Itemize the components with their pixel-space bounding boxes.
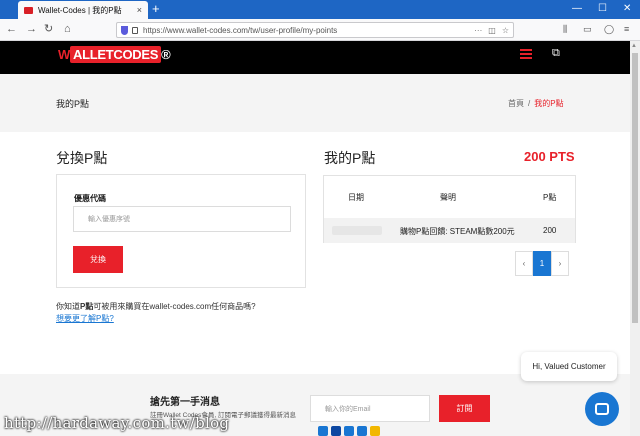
favicon-icon <box>24 6 33 14</box>
chat-greeting[interactable]: Hi, Valued Customer <box>521 352 617 381</box>
bookmark-star-icon[interactable]: ☆ <box>502 26 509 35</box>
more-actions-icon[interactable]: ··· <box>474 26 482 35</box>
breadcrumb: 首頁 / 我的P點 <box>508 98 564 109</box>
column-header-date: 日期 <box>348 193 364 202</box>
address-bar[interactable]: https://www.wallet-codes.com/tw/user-pro… <box>116 22 514 38</box>
learn-more-link[interactable]: 想要更了解P點? <box>56 313 114 324</box>
coupon-code-input[interactable]: 輸入優惠序號 <box>73 206 291 232</box>
breadcrumb-band: 我的P點 首頁 / 我的P點 <box>0 74 630 132</box>
home-icon[interactable]: ⌂ <box>64 23 71 36</box>
scroll-up-icon[interactable]: ▲ <box>631 43 637 49</box>
pagination: ‹ 1 › <box>515 251 569 276</box>
social-icon[interactable] <box>344 426 354 436</box>
sidebar-icon[interactable]: ▭ <box>583 23 592 36</box>
page-title: 我的P點 <box>56 99 90 109</box>
browser-nav-bar: ← → ↻ ⌂ https://www.wallet-codes.com/tw/… <box>0 19 640 41</box>
column-header-points: P點 <box>543 193 557 202</box>
points-total: 200 PTS <box>524 149 575 164</box>
minimize-button[interactable]: — <box>572 3 582 14</box>
social-icon[interactable] <box>331 426 341 436</box>
close-window-button[interactable]: ✕ <box>623 3 631 14</box>
page-scrollbar[interactable]: ▲ <box>630 41 640 436</box>
watermark: http://hardaway.com.tw/blog <box>4 414 230 432</box>
redeem-button[interactable]: 兌換 <box>73 246 123 273</box>
pocket-icon[interactable]: ◫ <box>488 26 496 35</box>
pager-page-button[interactable]: 1 <box>533 251 551 276</box>
breadcrumb-separator: / <box>528 99 531 108</box>
back-icon[interactable]: ← <box>6 23 17 36</box>
points-heading: 我的P點 <box>324 150 376 166</box>
forward-icon[interactable]: → <box>26 23 37 36</box>
row-statement: 購物P點回饋: STEAM點數200元 <box>400 227 515 236</box>
row-date-redacted <box>332 226 382 235</box>
subscribe-title: 搶先第一手消息 <box>150 397 220 408</box>
language-switch-icon[interactable]: ⧉ <box>552 47 560 60</box>
social-links <box>318 426 380 436</box>
main-content: 兌換P點 優惠代碼 輸入優惠序號 兌換 你知道P點可被用來購買在wallet-c… <box>0 132 630 374</box>
breadcrumb-home-link[interactable]: 首頁 <box>508 99 524 108</box>
new-tab-button[interactable]: + <box>152 2 160 16</box>
lock-icon[interactable] <box>132 26 138 34</box>
chat-icon <box>595 403 609 415</box>
tab-title: Wallet-Codes | 我的P點 <box>38 5 122 15</box>
code-label: 優惠代碼 <box>74 194 106 203</box>
url-text[interactable]: https://www.wallet-codes.com/tw/user-pro… <box>143 26 468 35</box>
table-header: 日期 聲明 P點 <box>324 176 575 216</box>
menu-icon[interactable] <box>520 49 532 59</box>
library-icon[interactable]: ⫼ <box>563 23 567 36</box>
points-hint: 你知道P點可被用來購買在wallet-codes.com任何商品嗎? <box>56 302 256 311</box>
tab-close-icon[interactable]: × <box>137 5 142 15</box>
scroll-thumb[interactable] <box>632 53 638 323</box>
social-icon[interactable] <box>370 426 380 436</box>
maximize-button[interactable]: ☐ <box>598 3 607 14</box>
pager-next-button[interactable]: › <box>551 251 569 276</box>
subscribe-button[interactable]: 訂閱 <box>439 395 490 422</box>
redeem-card: 優惠代碼 輸入優惠序號 兌換 <box>56 174 306 288</box>
social-icon[interactable] <box>318 426 328 436</box>
pager-prev-button[interactable]: ‹ <box>515 251 533 276</box>
chat-button[interactable] <box>585 392 619 426</box>
hamburger-menu-icon[interactable]: ≡ <box>624 23 629 36</box>
site-header: W ALLETCODES ® ⧉ <box>0 41 630 74</box>
table-row: 購物P點回饋: STEAM點數200元 200 <box>324 218 575 243</box>
tracking-shield-icon[interactable] <box>121 25 128 35</box>
browser-tab[interactable]: Wallet-Codes | 我的P點 × <box>18 1 148 19</box>
email-input[interactable]: 輸入你的Email <box>310 395 430 422</box>
account-icon[interactable]: ◯ <box>604 23 614 36</box>
row-points: 200 <box>543 226 557 235</box>
browser-tab-bar: Wallet-Codes | 我的P點 × + — ☐ ✕ <box>0 0 640 19</box>
points-table: 日期 聲明 P點 購物P點回饋: STEAM點數200元 200 <box>323 175 576 243</box>
social-icon[interactable] <box>357 426 367 436</box>
breadcrumb-current: 我的P點 <box>534 99 564 108</box>
site-logo[interactable]: W ALLETCODES ® <box>58 46 171 63</box>
redeem-heading: 兌換P點 <box>56 150 108 166</box>
reload-icon[interactable]: ↻ <box>44 23 53 36</box>
column-header-statement: 聲明 <box>440 193 456 202</box>
